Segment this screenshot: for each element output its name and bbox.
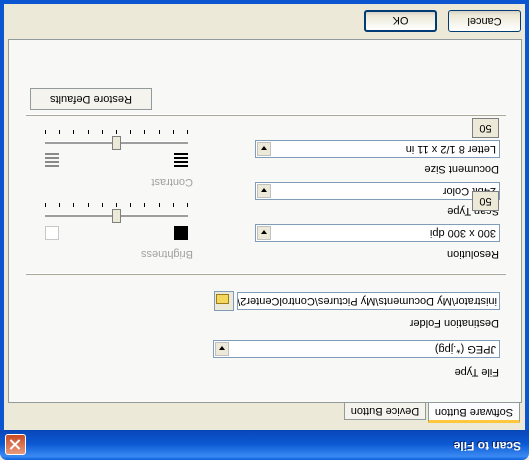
document-size-select[interactable]: Letter 8 1/2 x 11 in xyxy=(255,140,500,158)
tab-device-button[interactable]: Device Button xyxy=(344,402,426,420)
slider-tick xyxy=(187,203,188,207)
resolution-label: Resolution xyxy=(447,248,499,260)
slider-tick xyxy=(116,203,117,207)
slider-tick xyxy=(159,203,160,207)
restore-defaults-button[interactable]: Restore Defaults xyxy=(30,88,152,110)
slider-tick xyxy=(144,203,145,207)
slider-tick xyxy=(102,130,103,134)
slider-thumb[interactable] xyxy=(112,136,121,150)
slider-tick xyxy=(130,130,131,134)
ok-button-label: OK xyxy=(392,14,409,26)
folder-icon[interactable] xyxy=(214,291,234,311)
document-size-value: Letter 8 1/2 x 11 in xyxy=(405,143,496,155)
tab-device-button-label: Device Button xyxy=(350,405,420,417)
slider-tick xyxy=(102,203,103,207)
title-bar[interactable]: Scan to File xyxy=(0,430,529,460)
ok-button[interactable]: OK xyxy=(364,10,437,32)
destination-folder-value: inistrator\My Documents\My Pictures\Cont… xyxy=(237,295,497,307)
slider-tick xyxy=(173,203,174,207)
chevron-down-icon[interactable] xyxy=(257,142,271,156)
file-type-select[interactable]: JPEG (*.jpg) xyxy=(213,340,500,358)
scan-to-file-dialog: Scan to File Software Button Device Butt… xyxy=(0,0,529,460)
slider-tick xyxy=(144,130,145,134)
slider-tick xyxy=(130,203,131,207)
slider-tick xyxy=(45,203,46,207)
brightness-value-box[interactable]: 50 xyxy=(472,191,499,211)
slider-tick xyxy=(73,130,74,134)
resolution-select[interactable]: 300 x 300 dpi xyxy=(255,224,500,242)
close-icon[interactable] xyxy=(5,434,26,455)
slider-tick xyxy=(88,203,89,207)
window-frame-left xyxy=(525,0,529,430)
resolution-value: 300 x 300 dpi xyxy=(429,227,496,239)
destination-folder-label: Destination Folder xyxy=(409,317,499,329)
slider-tick xyxy=(88,130,89,134)
restore-defaults-label: Restore Defaults xyxy=(50,93,132,105)
cancel-button-label: Cancel xyxy=(467,15,502,27)
contrast-slider[interactable] xyxy=(45,128,188,158)
contrast-value: 50 xyxy=(479,122,492,134)
divider xyxy=(26,114,506,116)
slider-tick xyxy=(59,130,60,134)
window-frame-bottom xyxy=(0,0,529,4)
settings-panel: File Type JPEG (*.jpg) Destination Folde… xyxy=(8,39,522,403)
brightness-label: Brightness xyxy=(141,248,193,260)
contrast-label: Contrast xyxy=(151,176,193,188)
window-frame-right xyxy=(0,0,4,430)
file-type-value: JPEG (*.jpg) xyxy=(434,343,496,355)
cancel-button[interactable]: Cancel xyxy=(448,10,521,32)
window-title: Scan to File xyxy=(453,439,521,453)
slider-tick xyxy=(45,130,46,134)
slider-tick xyxy=(73,203,74,207)
contrast-value-box[interactable]: 50 xyxy=(472,118,499,138)
chevron-down-icon[interactable] xyxy=(257,226,271,240)
tab-software-button[interactable]: Software Button xyxy=(428,402,520,423)
slider-tick xyxy=(59,203,60,207)
chevron-down-icon[interactable] xyxy=(215,342,229,356)
scan-type-select[interactable]: 24bit Color xyxy=(255,182,500,200)
brightness-slider[interactable] xyxy=(45,201,188,231)
slider-tick xyxy=(116,130,117,134)
chevron-down-icon[interactable] xyxy=(257,184,271,198)
file-type-label: File Type xyxy=(454,366,499,378)
divider xyxy=(26,273,506,275)
slider-tick xyxy=(173,130,174,134)
slider-thumb[interactable] xyxy=(112,209,121,223)
destination-folder-field[interactable]: inistrator\My Documents\My Pictures\Cont… xyxy=(237,292,500,310)
brightness-value: 50 xyxy=(479,195,492,207)
tab-software-button-label: Software Button xyxy=(434,406,514,418)
document-size-label: Document Size xyxy=(424,163,499,175)
slider-tick xyxy=(159,130,160,134)
slider-tick xyxy=(187,130,188,134)
